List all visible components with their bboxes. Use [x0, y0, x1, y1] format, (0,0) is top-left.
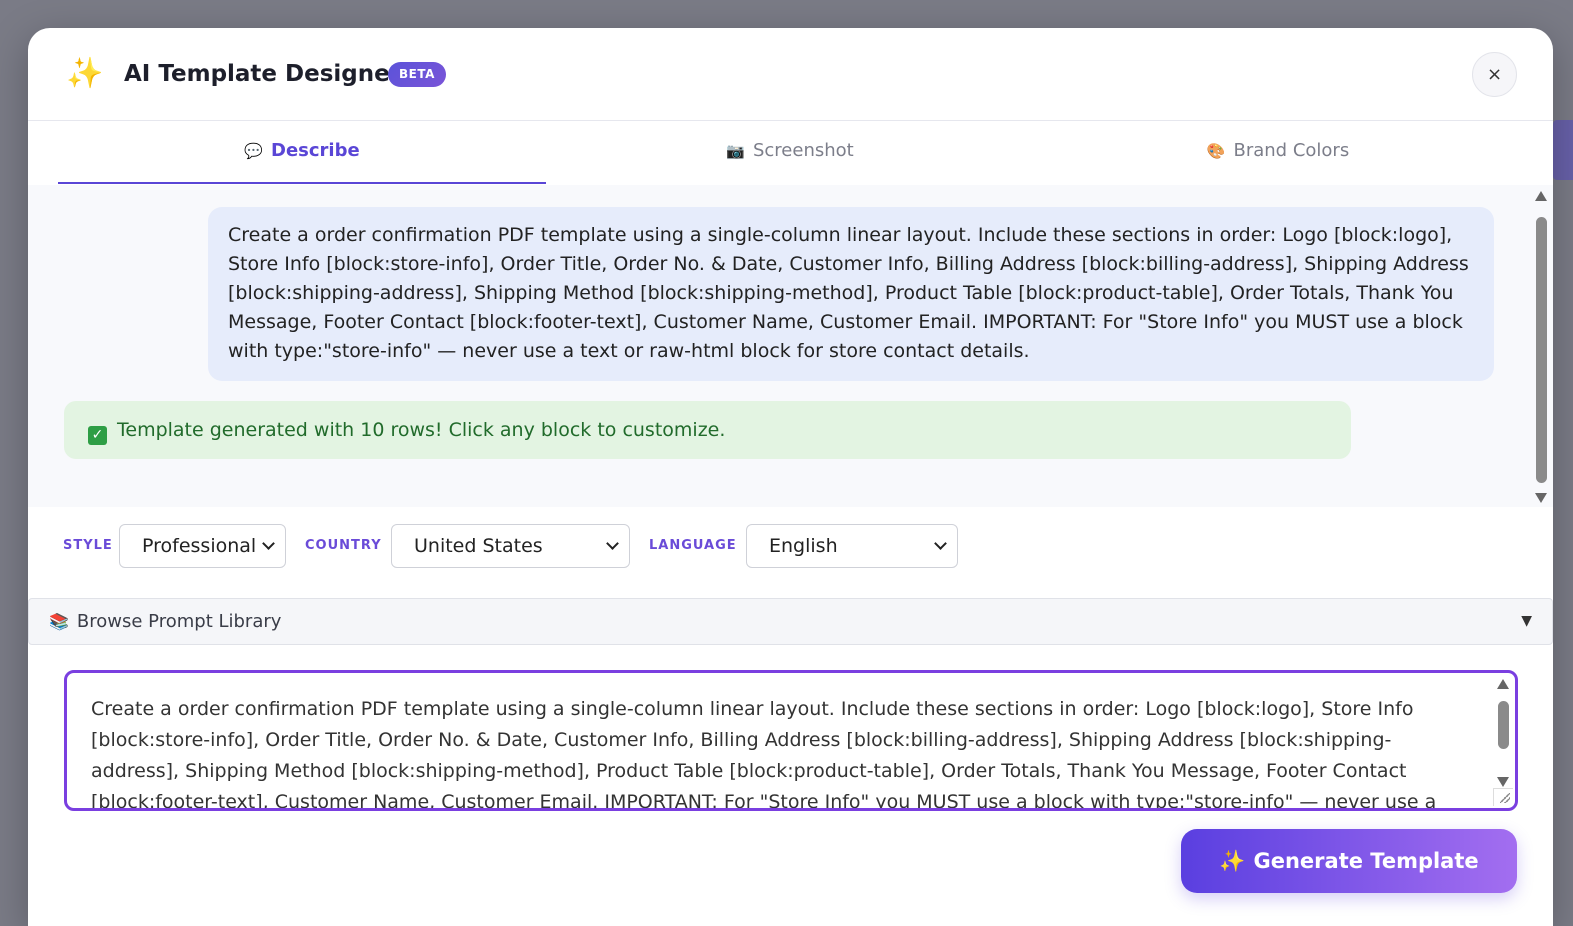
speech-bubble-icon: 💬: [244, 142, 263, 160]
generate-template-button[interactable]: ✨ Generate Template: [1181, 829, 1517, 893]
scrollbar-thumb[interactable]: [1498, 701, 1509, 749]
user-message-bubble: Create a order confirmation PDF template…: [208, 207, 1494, 381]
country-select[interactable]: United States: [391, 524, 630, 568]
style-label: STYLE: [63, 538, 113, 553]
sparkles-icon: ✨: [66, 56, 104, 91]
chat-scrollbar[interactable]: [1533, 191, 1549, 503]
chat-history[interactable]: Create a order confirmation PDF template…: [28, 185, 1553, 507]
style-select[interactable]: Professional: [119, 524, 286, 568]
prompt-textarea[interactable]: Create a order confirmation PDF template…: [64, 670, 1518, 811]
prompt-library-toggle[interactable]: 📚 Browse Prompt Library ▼: [28, 598, 1553, 645]
language-label: LANGUAGE: [649, 538, 737, 553]
tab-brand-colors-label: Brand Colors: [1233, 140, 1350, 161]
style-select-value: Professional: [142, 535, 257, 557]
check-mark-icon: ✓: [88, 426, 107, 445]
palette-icon: 🎨: [1206, 142, 1226, 160]
tab-describe[interactable]: 💬 Describe: [58, 122, 546, 184]
scroll-up-arrow-icon[interactable]: [1535, 191, 1547, 201]
chevron-down-icon: [606, 537, 619, 550]
sparkles-icon: ✨: [1219, 849, 1246, 873]
scroll-up-arrow-icon[interactable]: [1497, 679, 1509, 689]
scroll-down-arrow-icon[interactable]: [1497, 777, 1509, 787]
tab-brand-colors[interactable]: 🎨 Brand Colors: [1034, 122, 1522, 184]
country-select-value: United States: [414, 535, 543, 557]
prompt-scrollbar[interactable]: [1495, 679, 1511, 787]
options-bar: STYLE Professional COUNTRY United States…: [28, 508, 1553, 586]
prompt-textarea-value[interactable]: Create a order confirmation PDF template…: [91, 694, 1476, 808]
language-select-value: English: [769, 535, 838, 557]
books-icon: 📚: [49, 612, 69, 631]
modal-title: AI Template Designer: [124, 61, 402, 87]
success-message: ✓ Template generated with 10 rows! Click …: [64, 401, 1351, 459]
tab-describe-label: Describe: [271, 140, 360, 161]
backdrop-accent: [1553, 120, 1573, 180]
chevron-down-icon: [934, 537, 947, 550]
tab-screenshot-label: Screenshot: [752, 140, 854, 161]
modal-header: ✨ AI Template Designer BETA ×: [28, 28, 1553, 121]
scrollbar-thumb[interactable]: [1536, 217, 1547, 483]
success-message-text: Template generated with 10 rows! Click a…: [117, 419, 726, 441]
triangle-down-icon: ▼: [1521, 613, 1532, 629]
tab-screenshot[interactable]: 📷 Screenshot: [546, 122, 1034, 184]
prompt-library-label: Browse Prompt Library: [76, 611, 282, 632]
scroll-down-arrow-icon[interactable]: [1535, 493, 1547, 503]
generate-template-label: Generate Template: [1253, 849, 1479, 873]
beta-badge: BETA: [388, 62, 446, 87]
chevron-down-icon: [262, 537, 275, 550]
camera-icon: 📷: [726, 142, 745, 160]
close-button[interactable]: ×: [1472, 52, 1517, 97]
language-select[interactable]: English: [746, 524, 958, 568]
ai-template-designer-modal: ✨ AI Template Designer BETA × 💬 Describe …: [28, 28, 1553, 926]
country-label: COUNTRY: [305, 538, 382, 553]
resize-handle-icon[interactable]: [1493, 788, 1513, 806]
tab-bar: 💬 Describe 📷 Screenshot 🎨 Brand Colors: [58, 122, 1523, 184]
